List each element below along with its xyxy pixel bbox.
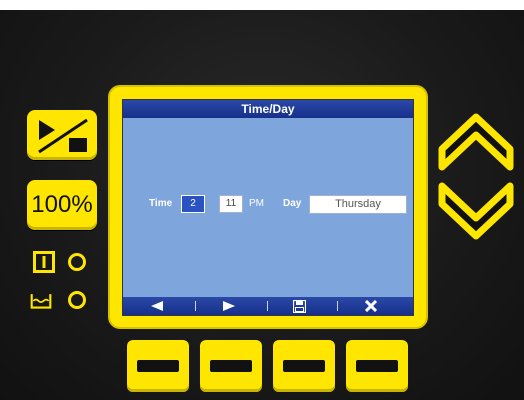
cancel-button[interactable] — [351, 297, 391, 315]
softkey-bar — [356, 360, 398, 372]
top-edge — [0, 0, 524, 10]
nav-left-button[interactable] — [137, 297, 177, 315]
screen-nav-bar — [123, 297, 413, 315]
nav-separator — [267, 301, 268, 311]
minute-field[interactable]: 11 — [219, 195, 243, 213]
start-pause-button[interactable] — [27, 110, 97, 160]
basin-icon — [30, 294, 52, 309]
start-pause-icon — [38, 118, 88, 154]
close-icon — [365, 300, 377, 312]
save-button[interactable] — [279, 297, 319, 315]
time-day-row: Time 2 11 PM Day Thursday — [123, 193, 413, 215]
ampm-indicator[interactable]: PM — [249, 198, 264, 209]
softkey-bar — [283, 360, 325, 372]
nav-separator — [337, 301, 338, 311]
speed-button-label: 100% — [31, 191, 93, 218]
softkey-bar — [210, 360, 252, 372]
hour-field[interactable]: 2 — [181, 195, 205, 213]
down-arrow-button[interactable] — [436, 180, 516, 242]
nav-separator — [195, 301, 196, 311]
softkey-4[interactable] — [346, 340, 408, 392]
time-label: Time — [149, 198, 173, 209]
nav-right-button[interactable] — [209, 297, 249, 315]
softkey-1[interactable] — [127, 340, 189, 392]
right-arrow-icon — [223, 301, 235, 311]
speed-100-button[interactable]: 100% — [27, 180, 97, 230]
day-field[interactable]: Thursday — [309, 195, 407, 214]
basin-indicator-led — [68, 291, 86, 309]
control-panel: 100% Time/Day Time 2 11 PM Day Thursday — [0, 0, 524, 400]
power-icon — [33, 251, 55, 273]
softkey-bar — [137, 360, 179, 372]
day-label: Day — [283, 198, 302, 209]
power-indicator-led — [68, 253, 86, 271]
softkey-3[interactable] — [273, 340, 335, 392]
up-arrow-button[interactable] — [436, 111, 516, 173]
screen-title: Time/Day — [123, 100, 413, 118]
save-icon — [292, 299, 306, 313]
left-arrow-icon — [151, 301, 163, 311]
lcd-screen: Time/Day Time 2 11 PM Day Thursday — [122, 99, 414, 316]
softkey-2[interactable] — [200, 340, 262, 392]
